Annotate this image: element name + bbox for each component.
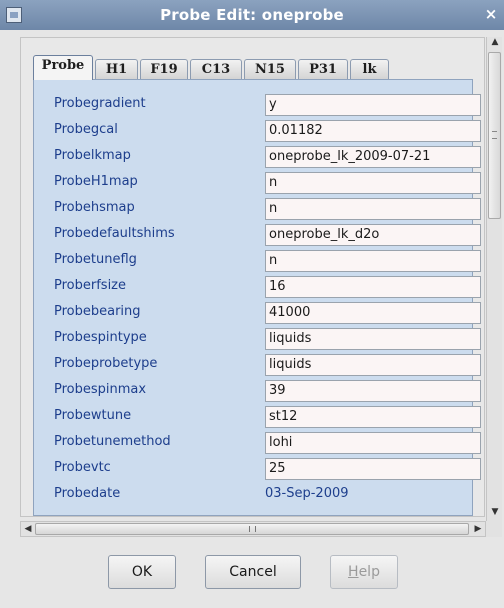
field-label: Probegradient xyxy=(54,96,146,111)
field-label: Probevtc xyxy=(54,460,111,475)
tab-n15[interactable]: N15 xyxy=(244,59,296,79)
form-row: Probehsmap n xyxy=(54,198,481,220)
form-row: Probewtune st12 xyxy=(54,406,481,428)
scroll-left-icon[interactable]: ◀ xyxy=(21,522,35,536)
field-label: Probetuneflg xyxy=(54,252,137,267)
scroll-up-icon[interactable]: ▲ xyxy=(487,37,503,51)
help-button[interactable]: Help xyxy=(330,555,398,589)
tab-f19[interactable]: F19 xyxy=(140,59,188,79)
form-row: Probespinmax 39 xyxy=(54,380,481,402)
field-label: Probedate xyxy=(54,486,121,501)
field-label: Probebearing xyxy=(54,304,141,319)
field-label: Probedefaultshims xyxy=(54,226,175,241)
form-row: Probebearing 41000 xyxy=(54,302,481,324)
vertical-scrollbar[interactable]: ▲ ▼ xyxy=(486,37,502,521)
probebearing-field[interactable]: 41000 xyxy=(265,302,481,324)
probespinmax-field[interactable]: 39 xyxy=(265,380,481,402)
field-label: Probespintype xyxy=(54,330,147,345)
probedefaultshims-field[interactable]: oneprobe_lk_d2o xyxy=(265,224,481,246)
scrollbar-corner xyxy=(486,521,502,537)
help-mnemonic: H xyxy=(348,564,359,580)
tab-lk[interactable]: lk xyxy=(350,59,389,79)
form-row: Probetuneflg n xyxy=(54,250,481,272)
form-row: Probeprobetype liquids xyxy=(54,354,481,376)
form-row: Proberfsize 16 xyxy=(54,276,481,298)
scroll-down-icon[interactable]: ▼ xyxy=(487,507,503,521)
scroll-right-icon[interactable]: ▶ xyxy=(471,522,485,536)
probehsmap-field[interactable]: n xyxy=(265,198,481,220)
probegradient-field[interactable]: y xyxy=(265,94,481,116)
probegcal-field[interactable]: 0.01182 xyxy=(265,120,481,142)
probedate-value: 03-Sep-2009 xyxy=(265,486,349,501)
scroll-viewport: Probe H1 F19 C13 N15 P31 lk Probegradien… xyxy=(20,37,485,517)
help-label: elp xyxy=(358,564,380,580)
ok-button[interactable]: OK xyxy=(108,555,176,589)
field-label: Probelkmap xyxy=(54,148,131,163)
probeh1map-field[interactable]: n xyxy=(265,172,481,194)
form-row: Probetunemethod lohi xyxy=(54,432,481,454)
form-row: Probegradient y xyxy=(54,94,481,116)
probe-tab-panel: Probegradient y Probegcal 0.01182 Probel… xyxy=(33,79,481,516)
field-label: Probespinmax xyxy=(54,382,147,397)
form-row: Probedate 03-Sep-2009 xyxy=(54,484,469,506)
form-row: Probegcal 0.01182 xyxy=(54,120,481,142)
field-label: Probeprobetype xyxy=(54,356,158,371)
horizontal-scrollbar[interactable]: ◀ ▶ xyxy=(20,521,486,537)
probetunemethod-field[interactable]: lohi xyxy=(265,432,481,454)
field-label: Probewtune xyxy=(54,408,132,423)
cancel-button[interactable]: Cancel xyxy=(205,555,301,589)
form-row: Probelkmap oneprobe_lk_2009-07-21 xyxy=(54,146,481,168)
field-label: Proberfsize xyxy=(54,278,127,293)
field-label: ProbeH1map xyxy=(54,174,138,189)
title-bar[interactable]: Probe Edit: oneprobe × xyxy=(0,0,504,30)
horizontal-scroll-thumb[interactable] xyxy=(35,523,469,535)
probewtune-field[interactable]: st12 xyxy=(265,406,481,428)
close-icon[interactable]: × xyxy=(482,5,500,23)
tab-p31[interactable]: P31 xyxy=(298,59,348,79)
tab-c13[interactable]: C13 xyxy=(190,59,242,79)
form-row: Probespintype liquids xyxy=(54,328,481,350)
proberfsize-field[interactable]: 16 xyxy=(265,276,481,298)
probevtc-field[interactable]: 25 xyxy=(265,458,481,480)
form-row: Probevtc 25 xyxy=(54,458,481,480)
probelkmap-field[interactable]: oneprobe_lk_2009-07-21 xyxy=(265,146,481,168)
probe-edit-window: Probe Edit: oneprobe × Probe H1 F19 C13 … xyxy=(0,0,504,608)
form-row: ProbeH1map n xyxy=(54,172,481,194)
window-title: Probe Edit: oneprobe xyxy=(160,6,344,24)
probeprobetype-field[interactable]: liquids xyxy=(265,354,481,376)
probetuneflg-field[interactable]: n xyxy=(265,250,481,272)
vertical-scroll-thumb[interactable] xyxy=(488,52,501,219)
field-label: Probehsmap xyxy=(54,200,135,215)
field-label: Probegcal xyxy=(54,122,118,137)
probespintype-field[interactable]: liquids xyxy=(265,328,481,350)
field-label: Probetunemethod xyxy=(54,434,171,449)
form-row: Probedefaultshims oneprobe_lk_d2o xyxy=(54,224,481,246)
tab-h1[interactable]: H1 xyxy=(95,59,138,79)
tab-probe[interactable]: Probe xyxy=(33,55,93,80)
